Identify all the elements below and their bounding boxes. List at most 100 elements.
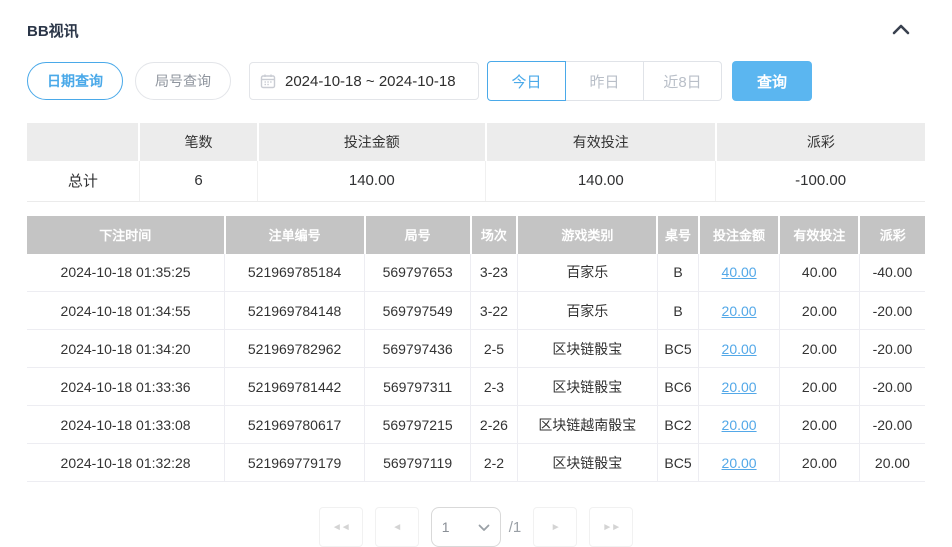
collapse-panel-button[interactable] (889, 21, 913, 40)
summary-header-blank (27, 123, 139, 161)
session-cell: 3-23 (471, 254, 518, 292)
bet-records-table: 下注时间 注单编号 局号 场次 游戏类别 桌号 投注金额 有效投注 派彩 202… (27, 216, 925, 483)
order-no-cell: 521969781442 (225, 368, 365, 406)
game-type-cell: 百家乐 (517, 254, 657, 292)
header-valid-bet: 有效投注 (779, 216, 859, 254)
bet-amount-cell: 20.00 (699, 406, 780, 444)
quick-range-group: 今日 昨日 近8日 (487, 61, 722, 101)
table-row: 2024-10-18 01:32:28 521969779179 5697971… (27, 444, 925, 482)
round-no-cell: 569797119 (365, 444, 471, 482)
game-type-cell: 区块链骰宝 (517, 330, 657, 368)
chevron-up-icon (891, 23, 911, 38)
bet-amount-link[interactable]: 20.00 (722, 341, 757, 357)
summary-header-payout: 派彩 (716, 123, 925, 161)
round-no-cell: 569797215 (365, 406, 471, 444)
table-no-cell: BC5 (657, 444, 698, 482)
summary-total-valid: 140.00 (486, 161, 716, 201)
valid-bet-cell: 20.00 (779, 406, 859, 444)
quick-range-yesterday[interactable]: 昨日 (565, 61, 644, 101)
prev-page-button[interactable]: ◄ (375, 507, 419, 547)
round-no-cell: 569797653 (365, 254, 471, 292)
order-no-cell: 521969780617 (225, 406, 365, 444)
round-query-tab[interactable]: 局号查询 (135, 62, 231, 100)
payout-cell: -40.00 (859, 254, 925, 292)
bet-amount-cell: 20.00 (699, 330, 780, 368)
bet-amount-link[interactable]: 20.00 (722, 379, 757, 395)
game-type-cell: 区块链骰宝 (517, 444, 657, 482)
table-no-cell: BC2 (657, 406, 698, 444)
summary-total-count: 6 (139, 161, 258, 201)
summary-total-bet: 140.00 (258, 161, 486, 201)
bet-amount-link[interactable]: 40.00 (722, 264, 757, 280)
round-no-cell: 569797436 (365, 330, 471, 368)
header-bet-amount: 投注金额 (699, 216, 780, 254)
header-bet-time: 下注时间 (27, 216, 225, 254)
bet-amount-cell: 20.00 (699, 444, 780, 482)
table-no-cell: BC6 (657, 368, 698, 406)
summary-table: 笔数 投注金额 有效投注 派彩 总计 6 140.00 140.00 -100.… (27, 123, 925, 202)
bb-video-panel: BB视讯 日期查询 局号查询 2024-10-18 ~ 2024-10-18 (27, 0, 925, 547)
table-no-cell: B (657, 292, 698, 330)
search-button[interactable]: 查询 (732, 61, 812, 101)
next-page-button[interactable]: ► (533, 507, 577, 547)
pagination: ◄◄ ◄ 1 /1 ► ►► (27, 507, 925, 547)
quick-range-last8days[interactable]: 近8日 (643, 61, 722, 101)
filter-toolbar: 日期查询 局号查询 2024-10-18 ~ 2024-10-18 今日 昨日 … (27, 61, 925, 101)
session-cell: 2-2 (471, 444, 518, 482)
payout-cell: -20.00 (859, 292, 925, 330)
calendar-icon (260, 73, 276, 89)
quick-range-today[interactable]: 今日 (487, 61, 566, 101)
game-type-cell: 区块链越南骰宝 (517, 406, 657, 444)
game-type-cell: 百家乐 (517, 292, 657, 330)
session-cell: 3-22 (471, 292, 518, 330)
double-chevron-left-icon: ◄◄ (332, 522, 350, 533)
payout-cell: -20.00 (859, 368, 925, 406)
date-range-input[interactable]: 2024-10-18 ~ 2024-10-18 (249, 62, 479, 100)
bet-time-cell: 2024-10-18 01:35:25 (27, 254, 225, 292)
valid-bet-cell: 40.00 (779, 254, 859, 292)
session-cell: 2-26 (471, 406, 518, 444)
page-select[interactable]: 1 (431, 507, 501, 547)
chevron-right-icon: ► (551, 522, 560, 533)
order-no-cell: 521969784148 (225, 292, 365, 330)
header-order-no: 注单编号 (225, 216, 365, 254)
valid-bet-cell: 20.00 (779, 292, 859, 330)
valid-bet-cell: 20.00 (779, 330, 859, 368)
summary-total-row: 总计 6 140.00 140.00 -100.00 (27, 161, 925, 201)
table-row: 2024-10-18 01:34:20 521969782962 5697974… (27, 330, 925, 368)
page-total-label: /1 (509, 519, 522, 536)
table-row: 2024-10-18 01:33:08 521969780617 5697972… (27, 406, 925, 444)
chevron-down-icon (478, 519, 490, 535)
first-page-button[interactable]: ◄◄ (319, 507, 363, 547)
valid-bet-cell: 20.00 (779, 444, 859, 482)
summary-header-count: 笔数 (139, 123, 258, 161)
bet-amount-link[interactable]: 20.00 (722, 417, 757, 433)
summary-total-label: 总计 (27, 161, 139, 201)
session-cell: 2-3 (471, 368, 518, 406)
last-page-button[interactable]: ►► (589, 507, 633, 547)
bet-amount-link[interactable]: 20.00 (722, 303, 757, 319)
double-chevron-right-icon: ►► (602, 522, 620, 533)
header-game-type: 游戏类别 (517, 216, 657, 254)
table-row: 2024-10-18 01:34:55 521969784148 5697975… (27, 292, 925, 330)
round-no-cell: 569797311 (365, 368, 471, 406)
payout-cell: 20.00 (859, 444, 925, 482)
summary-header-bet: 投注金额 (258, 123, 486, 161)
bet-time-cell: 2024-10-18 01:32:28 (27, 444, 225, 482)
date-query-tab[interactable]: 日期查询 (27, 62, 123, 100)
bet-amount-cell: 20.00 (699, 292, 780, 330)
summary-header-row: 笔数 投注金额 有效投注 派彩 (27, 123, 925, 161)
page-title: BB视讯 (27, 20, 79, 41)
header-payout: 派彩 (859, 216, 925, 254)
round-no-cell: 569797549 (365, 292, 471, 330)
order-no-cell: 521969782962 (225, 330, 365, 368)
bet-time-cell: 2024-10-18 01:34:55 (27, 292, 225, 330)
table-no-cell: B (657, 254, 698, 292)
header-round-no: 局号 (365, 216, 471, 254)
table-row: 2024-10-18 01:33:36 521969781442 5697973… (27, 368, 925, 406)
header-table-no: 桌号 (657, 216, 698, 254)
bet-amount-link[interactable]: 20.00 (722, 455, 757, 471)
date-range-value: 2024-10-18 ~ 2024-10-18 (285, 73, 456, 90)
summary-total-payout: -100.00 (716, 161, 925, 201)
chevron-left-icon: ◄ (392, 522, 401, 533)
